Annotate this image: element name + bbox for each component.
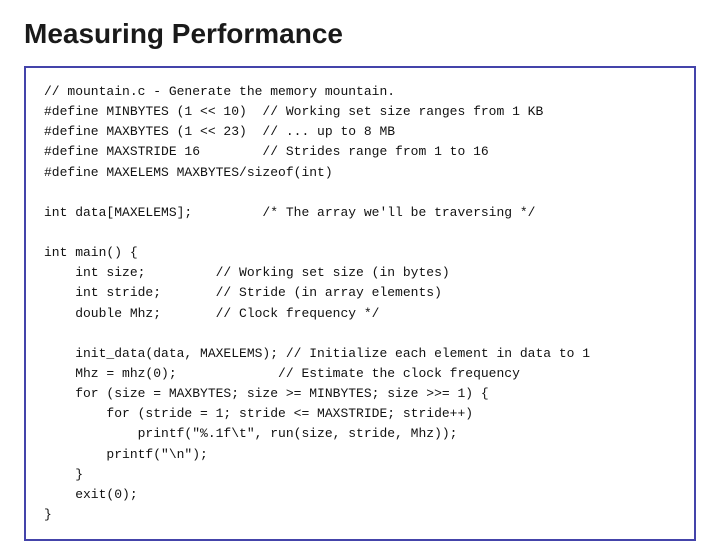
page-container: Measuring Performance // mountain.c - Ge… [0,0,720,540]
page-title: Measuring Performance [24,18,696,50]
code-block: // mountain.c - Generate the memory moun… [24,66,696,541]
